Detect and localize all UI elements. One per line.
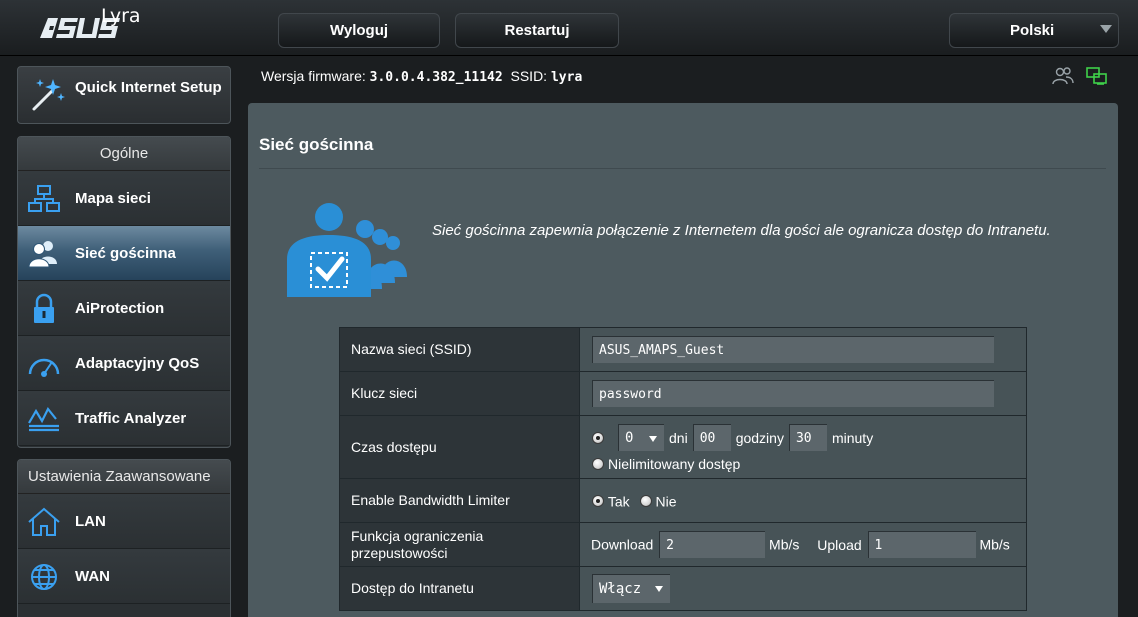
firmware-info: Wersja firmware: 3.0.0.4.382_11142 SSID:… (261, 68, 582, 85)
network-map-icon (28, 185, 60, 212)
language-label: Polski (1010, 22, 1055, 39)
intranet-access-select[interactable]: Włącz (592, 574, 670, 603)
bandwidth-yes-label: Tak (607, 493, 630, 510)
form-row-access-time: Czas dostępu 0 dni 00 godziny 30 minuty (339, 415, 1027, 479)
throughput-label: Funkcja ograniczenia przepustowości (339, 522, 580, 567)
days-select[interactable]: 0 (618, 424, 664, 451)
firmware-label: Wersja firmware: (261, 68, 366, 84)
top-bar: Lyra Wyloguj Restartuj Polski (0, 0, 1138, 56)
speedometer-icon (28, 358, 60, 377)
bandwidth-no-label: Nie (655, 493, 677, 510)
title-divider (259, 168, 1106, 169)
sidebar-item-label: Mapa sieci (75, 189, 151, 207)
form-row-key: Klucz sieci password (339, 371, 1027, 416)
chevron-down-icon (655, 586, 663, 592)
quick-internet-setup-button[interactable]: Quick Internet Setup (17, 66, 231, 124)
lock-icon (34, 293, 54, 323)
upload-unit: Mb/s (979, 536, 1010, 553)
download-input[interactable]: 2 (659, 531, 766, 558)
product-name: Lyra (101, 5, 141, 27)
magic-wand-icon (32, 79, 65, 111)
clients-icon[interactable] (1052, 66, 1074, 86)
advanced-menu-header: Ustawienia Zaawansowane (18, 460, 230, 494)
ssid-label: Nazwa sieci (SSID) (339, 327, 580, 372)
restart-button[interactable]: Restartuj (455, 13, 619, 48)
sidebar-item-label: LAN (75, 512, 106, 530)
sidebar-item-label: Adaptacyjny QoS (75, 354, 200, 372)
logout-button[interactable]: Wyloguj (278, 13, 440, 48)
unlimited-access-radio[interactable] (592, 458, 604, 470)
sidebar-item-aiprotection[interactable]: AiProtection (18, 281, 230, 336)
chevron-down-icon (1100, 25, 1112, 33)
sidebar-item-label: WAN (75, 567, 110, 585)
download-label: Download (591, 536, 654, 553)
bandwidth-limiter-label: Enable Bandwidth Limiter (339, 478, 580, 523)
form-row-intranet: Dostęp do Intranetu Włącz (339, 566, 1027, 611)
bandwidth-yes-radio[interactable] (592, 495, 604, 508)
intranet-access-label: Dostęp do Intranetu (339, 566, 580, 611)
sidebar-item-adaptive-qos[interactable]: Adaptacyjny QoS (18, 336, 230, 391)
minutes-input[interactable]: 30 (788, 424, 827, 451)
network-status-icon[interactable] (1086, 66, 1108, 86)
download-unit: Mb/s (769, 536, 800, 553)
form-row-bandwidth-limiter: Enable Bandwidth Limiter Tak Nie (339, 478, 1027, 523)
intranet-access-value: Włącz (599, 581, 642, 597)
traffic-chart-icon (28, 406, 59, 432)
firmware-version: 3.0.0.4.382_11142 (369, 70, 503, 85)
hours-input[interactable]: 00 (692, 424, 731, 451)
upload-label: Upload (817, 536, 862, 553)
page-description: Sieć gościnna zapewnia połączenie z Inte… (432, 222, 1051, 239)
unlimited-access-label: Nielimitowany dostęp (608, 456, 741, 472)
sidebar-item-label: Traffic Analyzer (75, 409, 187, 427)
advanced-menu: Ustawienia Zaawansowane LAN WAN (17, 459, 231, 617)
days-value: 0 (625, 430, 634, 446)
chevron-down-icon (649, 436, 657, 442)
sidebar-item-guest-network[interactable]: Sieć gościnna (18, 226, 230, 281)
ssid-value: lyra (550, 70, 583, 85)
minutes-unit: minuty (831, 429, 874, 446)
qis-label: Quick Internet Setup (75, 79, 222, 96)
network-key-label: Klucz sieci (339, 371, 580, 416)
sidebar-item-wan[interactable]: WAN (18, 549, 230, 604)
form-row-ssid: Nazwa sieci (SSID) ASUS_AMAPS_Guest (339, 327, 1027, 372)
guest-network-form: Nazwa sieci (SSID) ASUS_AMAPS_Guest Kluc… (339, 327, 1027, 611)
guest-network-icon (28, 241, 57, 268)
bandwidth-no-radio[interactable] (639, 495, 652, 508)
home-icon (28, 507, 60, 536)
general-menu-header: Ogólne (18, 137, 230, 171)
network-key-input[interactable]: password (592, 380, 994, 407)
form-row-throughput: Funkcja ograniczenia przepustowości Down… (339, 522, 1027, 567)
globe-icon (31, 564, 57, 590)
sidebar-item-network-map[interactable]: Mapa sieci (18, 171, 230, 226)
ssid-input[interactable]: ASUS_AMAPS_Guest (592, 336, 994, 363)
guest-network-panel: Sieć gościnna Sieć gościnna zapewnia poł… (248, 103, 1118, 617)
upload-input[interactable]: 1 (867, 531, 976, 558)
limited-access-radio[interactable] (592, 431, 604, 444)
general-menu: Ogólne Mapa sieci Sieć gościnna AiProtec… (17, 136, 231, 448)
sidebar-item-lan[interactable]: LAN (18, 494, 230, 549)
access-time-label: Czas dostępu (339, 415, 580, 479)
sidebar-item-label: Sieć gościnna (75, 244, 176, 262)
status-icons (1052, 66, 1108, 86)
sidebar-item-label: AiProtection (75, 299, 165, 317)
ssid-label: SSID: (510, 68, 548, 84)
hours-unit: godziny (735, 429, 784, 446)
language-select[interactable]: Polski (949, 13, 1119, 48)
guest-users-icon (287, 203, 407, 297)
sidebar-item-traffic-analyzer[interactable]: Traffic Analyzer (18, 391, 230, 446)
page-title: Sieć gościnna (259, 135, 374, 154)
days-unit: dni (669, 429, 688, 446)
